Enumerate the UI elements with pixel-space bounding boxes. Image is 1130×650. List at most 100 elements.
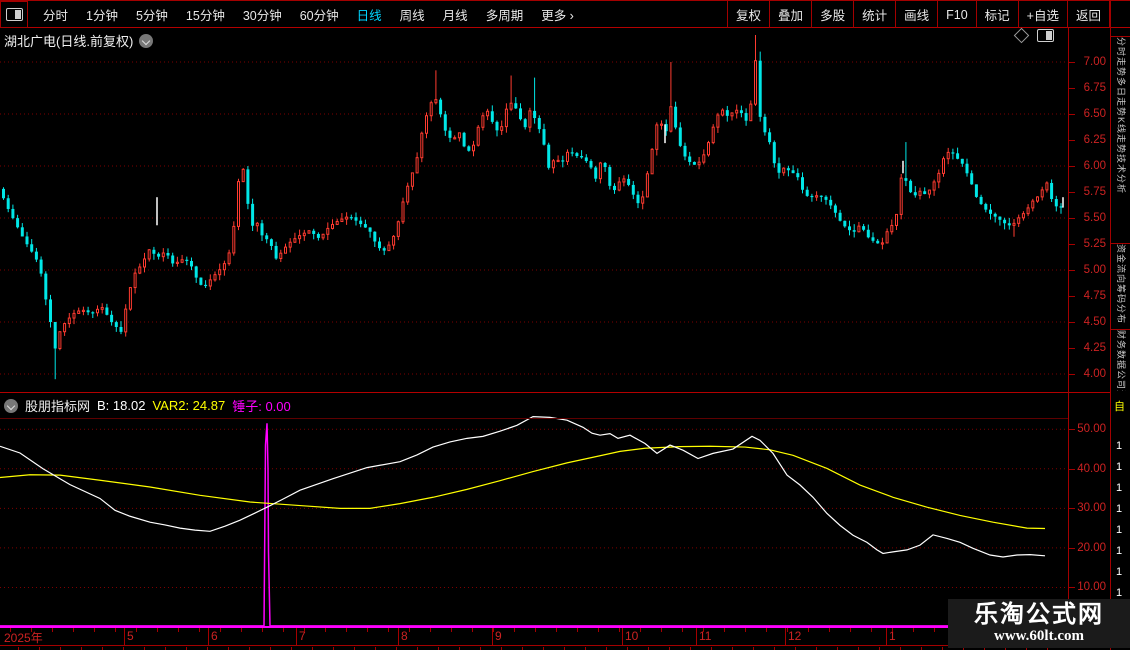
ind-label-40.00: 40.00 — [1077, 462, 1106, 476]
month-separator — [785, 628, 786, 645]
strip-section-text: 分时走势多日走势K线走势技术分析 — [1115, 37, 1128, 194]
price-label-4.75: 4.75 — [1084, 289, 1106, 303]
chart-title: 湖北广电(日线.前复权) — [4, 31, 133, 50]
strip-list-item[interactable]: 1 — [1116, 587, 1122, 599]
action-画线[interactable]: 画线 — [895, 1, 937, 28]
price-tick — [1069, 270, 1075, 271]
price-tick — [1069, 244, 1075, 245]
period-tab-月线[interactable]: 月线 — [434, 5, 477, 24]
price-label-6.50: 6.50 — [1084, 107, 1106, 121]
minor-tick — [493, 628, 494, 632]
ind-label-20.00: 20.00 — [1077, 541, 1106, 555]
minor-tick — [31, 628, 32, 632]
price-label-5.25: 5.25 — [1084, 237, 1106, 251]
minor-tick — [325, 628, 326, 632]
period-tab-30分钟[interactable]: 30分钟 — [234, 5, 291, 24]
price-tick — [1069, 296, 1075, 297]
period-tab-更多 ›[interactable]: 更多 › — [532, 5, 583, 24]
price-label-6.00: 6.00 — [1084, 159, 1106, 173]
strip-list-item[interactable]: 1 — [1116, 440, 1122, 452]
minor-tick — [451, 628, 452, 632]
title-chevron-down-icon[interactable] — [139, 34, 153, 48]
indicator-header: 股朋指标网 B: 18.02VAR2: 24.87锤子: 0.00 — [4, 396, 291, 415]
price-label-7.00: 7.00 — [1084, 55, 1106, 69]
strip-section-1[interactable]: 资金流向筹码分布 — [1111, 243, 1130, 330]
strip-list-item[interactable]: 1 — [1116, 566, 1122, 578]
minor-tick — [241, 628, 242, 632]
strip-list-item[interactable]: 1 — [1116, 482, 1122, 494]
indicator-chevron-down-icon[interactable] — [4, 399, 18, 413]
minor-tick — [220, 628, 221, 632]
minor-tick — [535, 628, 536, 632]
strip-section-text: 资金流向筹码分布 — [1115, 244, 1128, 324]
action-叠加[interactable]: 叠加 — [769, 1, 811, 28]
action-F10[interactable]: F10 — [937, 1, 976, 28]
candlestick-chart-canvas[interactable] — [0, 28, 1068, 393]
action-多股[interactable]: 多股 — [811, 1, 853, 28]
ind-tick — [1069, 508, 1075, 509]
minor-tick — [94, 628, 95, 632]
indicator-chart-canvas[interactable] — [0, 413, 1068, 628]
split-panel-icon — [6, 8, 23, 21]
watermark-url: www.60lt.com — [994, 628, 1084, 645]
minor-tick — [178, 628, 179, 632]
stock-app-window: 分时1分钟5分钟15分钟30分钟60分钟日线周线月线多周期更多 › 复权叠加多股… — [0, 0, 1130, 650]
diamond-marker-icon[interactable] — [1014, 28, 1030, 44]
strip-list-item[interactable]: 1 — [1116, 524, 1122, 536]
period-tab-分时[interactable]: 分时 — [34, 5, 77, 24]
month-separator — [696, 628, 697, 645]
strip-section-2[interactable]: 财务数据公司资讯 — [1111, 329, 1130, 391]
month-label-11: 11 — [699, 629, 711, 643]
minor-tick — [346, 628, 347, 632]
indicator-value-锤子: 锤子: 0.00 — [232, 396, 291, 415]
price-label-6.75: 6.75 — [1084, 81, 1106, 95]
price-label-5.75: 5.75 — [1084, 185, 1106, 199]
minor-tick — [283, 628, 284, 632]
minor-tick — [514, 628, 515, 632]
period-tab-1分钟[interactable]: 1分钟 — [77, 5, 127, 24]
indicator-value-VAR2: VAR2: 24.87 — [152, 398, 225, 413]
minor-tick — [367, 628, 368, 632]
minor-tick — [556, 628, 557, 632]
period-tab-周线[interactable]: 周线 — [391, 5, 434, 24]
right-sidebar-strip: 自 分时走势多日走势K线走势技术分析资金流向筹码分布财务数据公司资讯 1 1 1 1 1 1… — [1111, 28, 1130, 650]
month-separator — [398, 628, 399, 645]
month-label-8: 8 — [401, 629, 408, 643]
month-label-12: 12 — [788, 629, 801, 643]
minor-tick — [10, 628, 11, 632]
period-tab-日线[interactable]: 日线 — [348, 5, 391, 24]
strip-list-item[interactable]: 1 — [1116, 461, 1122, 473]
ind-tick — [1069, 548, 1075, 549]
strip-list-item[interactable]: 1 — [1116, 545, 1122, 557]
action-标记[interactable]: 标记 — [976, 1, 1018, 28]
period-tab-15分钟[interactable]: 15分钟 — [177, 5, 234, 24]
month-separator — [208, 628, 209, 645]
panel-layout-icon[interactable] — [1037, 29, 1054, 42]
period-tab-5分钟[interactable]: 5分钟 — [127, 5, 177, 24]
price-axis: 7.006.756.506.256.005.755.505.255.004.75… — [1069, 28, 1110, 392]
layout-toggle-button[interactable] — [0, 1, 28, 28]
action-复权[interactable]: 复权 — [727, 1, 769, 28]
action-返回[interactable]: 返回 — [1067, 1, 1110, 28]
watermark-title: 乐淘公式网 — [974, 602, 1104, 628]
action-统计[interactable]: 统计 — [853, 1, 895, 28]
minor-tick — [262, 628, 263, 632]
minor-tick — [619, 628, 620, 632]
minor-tick — [703, 628, 704, 632]
period-tab-60分钟[interactable]: 60分钟 — [291, 5, 348, 24]
period-tab-多周期[interactable]: 多周期 — [477, 5, 533, 24]
minor-tick — [472, 628, 473, 632]
minor-tick — [73, 628, 74, 632]
minor-tick — [598, 628, 599, 632]
price-tick — [1069, 348, 1075, 349]
month-label-6: 6 — [211, 629, 218, 643]
action-+自选[interactable]: +自选 — [1018, 1, 1067, 28]
strip-section-0[interactable]: 分时走势多日走势K线走势技术分析 — [1111, 36, 1130, 244]
minor-tick — [409, 628, 410, 632]
strip-tab-label[interactable]: 自 — [1114, 398, 1125, 414]
minor-tick — [766, 628, 767, 632]
price-label-5.00: 5.00 — [1084, 263, 1106, 277]
price-tick — [1069, 166, 1075, 167]
ind-label-50.00: 50.00 — [1077, 422, 1106, 436]
strip-list-item[interactable]: 1 — [1116, 503, 1122, 515]
